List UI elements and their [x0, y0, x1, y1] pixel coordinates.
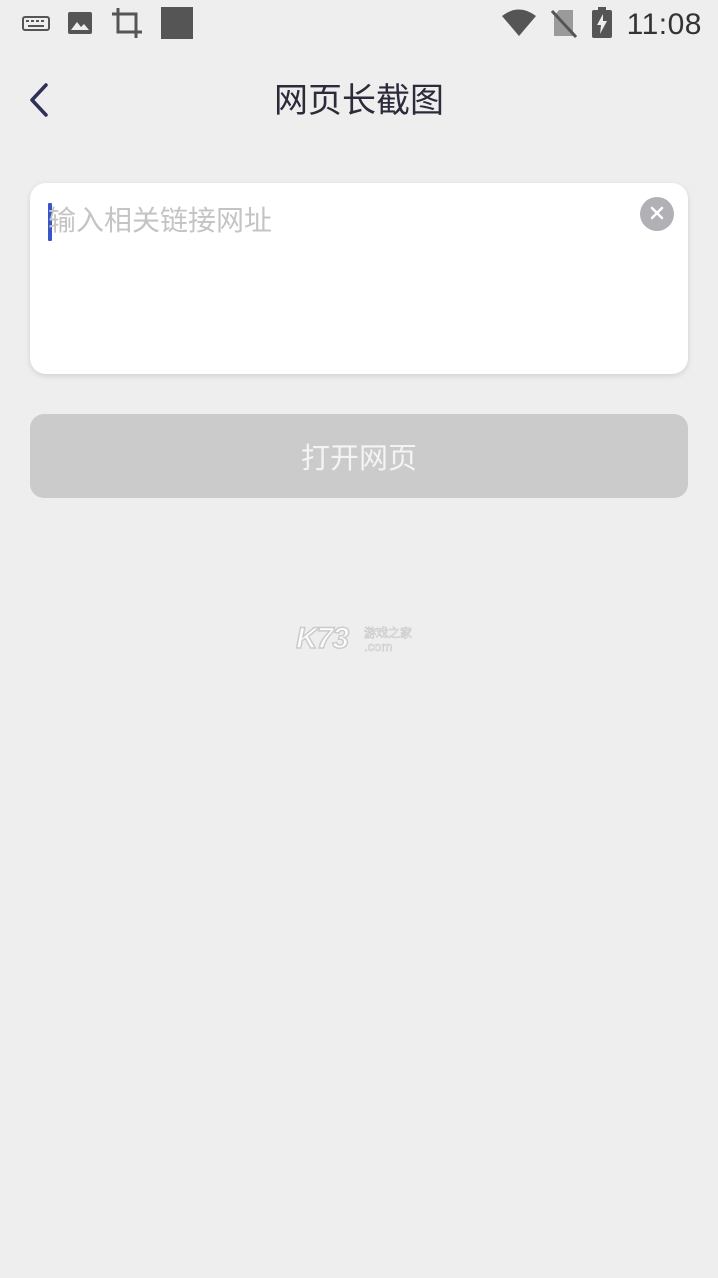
- page-title: 网页长截图: [274, 81, 444, 121]
- header: 网页长截图: [0, 60, 718, 144]
- status-bar-right: 11:08: [501, 6, 702, 44]
- battery-charging-icon: [591, 7, 613, 43]
- open-webpage-button[interactable]: 打开网页: [30, 414, 688, 498]
- watermark-main: K73: [295, 621, 350, 656]
- screen: 11:08 网页长截图 打开网页 K73: [0, 0, 718, 1278]
- clear-icon: [650, 205, 664, 224]
- url-input[interactable]: [48, 201, 628, 351]
- status-bar: 11:08: [0, 0, 718, 50]
- status-time: 11:08: [626, 8, 702, 41]
- status-bar-left: [22, 6, 194, 44]
- keyboard-icon: [22, 14, 50, 36]
- no-sim-icon: [550, 8, 577, 42]
- square-icon: [160, 6, 194, 44]
- url-input-card: [30, 183, 688, 374]
- clear-button[interactable]: [640, 197, 674, 231]
- image-icon: [66, 9, 94, 41]
- watermark-logo: K73 游戏之家 .com: [295, 621, 426, 658]
- crop-icon: [110, 6, 144, 44]
- wifi-icon: [501, 9, 537, 41]
- watermark-domain: .com: [364, 639, 393, 655]
